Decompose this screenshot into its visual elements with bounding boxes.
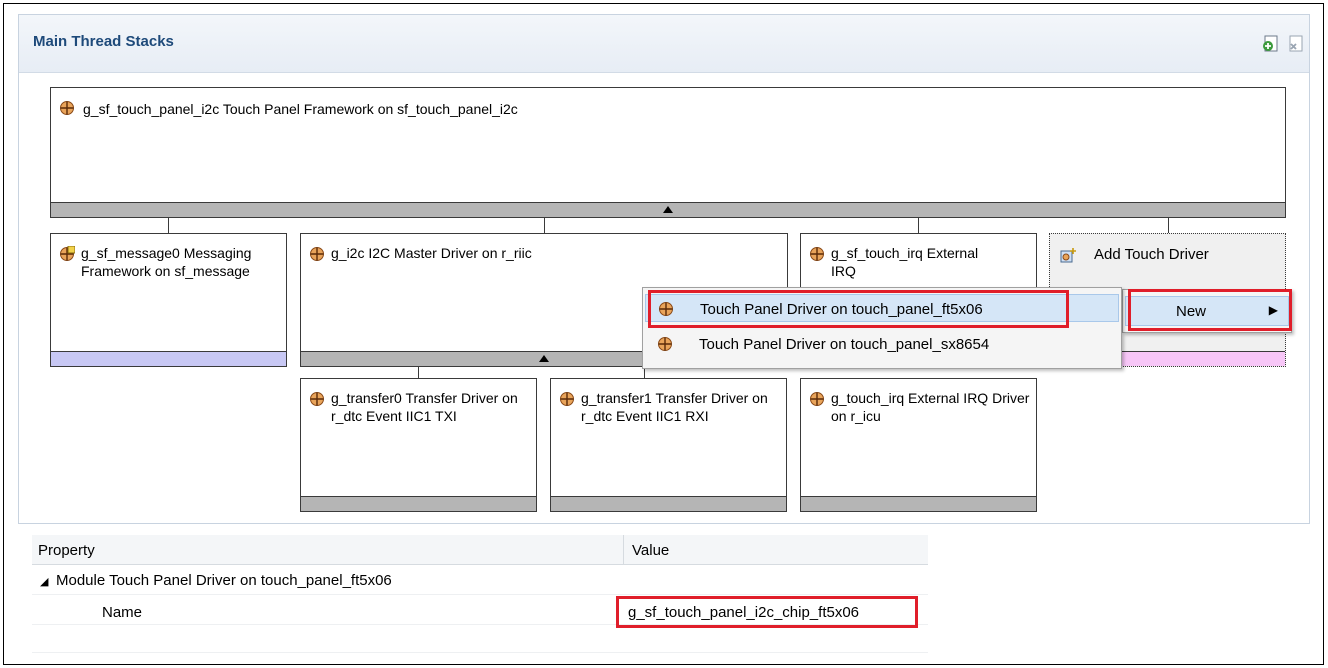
- module-icon: [810, 247, 824, 261]
- collapse-arrow-icon[interactable]: [539, 355, 549, 362]
- module-label: g_transfer1 Transfer Driver on r_dtc Eve…: [581, 390, 768, 424]
- connector: [168, 218, 169, 234]
- add-driver-icon: [1060, 248, 1076, 263]
- module-label: g_touch_irq External IRQ Driver on r_icu: [831, 390, 1030, 424]
- highlight-new: [1128, 289, 1292, 331]
- collapse-bar[interactable]: [51, 202, 1285, 217]
- touch-panel-framework-module[interactable]: g_sf_touch_panel_i2c Touch Panel Framewo…: [50, 87, 1286, 218]
- property-group-row[interactable]: ◢ Module Touch Panel Driver on touch_pan…: [32, 569, 928, 595]
- module-icon: [310, 392, 324, 406]
- connector: [1168, 218, 1169, 234]
- panel-title: Main Thread Stacks: [33, 33, 174, 50]
- panel-header: Main Thread Stacks: [19, 15, 1309, 73]
- column-header-value: Value: [632, 542, 670, 559]
- connector: [918, 218, 919, 234]
- module-label: g_sf_touch_irq External IRQ: [831, 245, 979, 279]
- highlight-name-value: [616, 596, 918, 628]
- module-label: g_transfer0 Transfer Driver on r_dtc Eve…: [331, 390, 518, 424]
- transfer0-driver-module[interactable]: g_transfer0 Transfer Driver on r_dtc Eve…: [300, 378, 537, 512]
- collapse-arrow-icon[interactable]: [663, 206, 673, 213]
- add-driver-label: Add Touch Driver: [1094, 246, 1209, 263]
- module-bar: [301, 496, 536, 511]
- module-icon: [658, 337, 672, 351]
- module-label: g_i2c I2C Master Driver on r_riic: [331, 245, 532, 261]
- property-table-header: Property Value: [32, 535, 928, 565]
- property-group-label: Module Touch Panel Driver on touch_panel…: [56, 572, 392, 589]
- module-icon: [810, 392, 824, 406]
- module-label: g_sf_message0 Messaging Framework on sf_…: [81, 245, 252, 279]
- remove-stack-icon[interactable]: [1287, 35, 1305, 53]
- new-stack-icon[interactable]: [1262, 35, 1280, 53]
- module-bar: [801, 496, 1036, 511]
- transfer1-driver-module[interactable]: g_transfer1 Transfer Driver on r_dtc Eve…: [550, 378, 787, 512]
- connector: [544, 218, 545, 234]
- module-bar: [551, 496, 786, 511]
- touch-irq-driver-module[interactable]: g_touch_irq External IRQ Driver on r_icu: [800, 378, 1037, 512]
- collapse-triangle-icon[interactable]: ◢: [40, 575, 48, 588]
- table-row-empty: [32, 627, 928, 653]
- column-separator: [623, 535, 624, 565]
- property-name: Name: [102, 604, 143, 621]
- highlight-ft5x06: [648, 290, 1069, 328]
- module-icon: [60, 246, 75, 261]
- module-bar: [51, 351, 286, 366]
- messaging-framework-module[interactable]: g_sf_message0 Messaging Framework on sf_…: [50, 233, 287, 367]
- submenu-item-sx8654[interactable]: Touch Panel Driver on touch_panel_sx8654: [645, 330, 1119, 358]
- module-icon: [60, 101, 74, 115]
- submenu-item-label: Touch Panel Driver on touch_panel_sx8654: [699, 336, 990, 353]
- module-label: g_sf_touch_panel_i2c Touch Panel Framewo…: [83, 101, 518, 117]
- module-icon: [310, 247, 324, 261]
- module-icon: [560, 392, 574, 406]
- column-header-property: Property: [38, 542, 95, 559]
